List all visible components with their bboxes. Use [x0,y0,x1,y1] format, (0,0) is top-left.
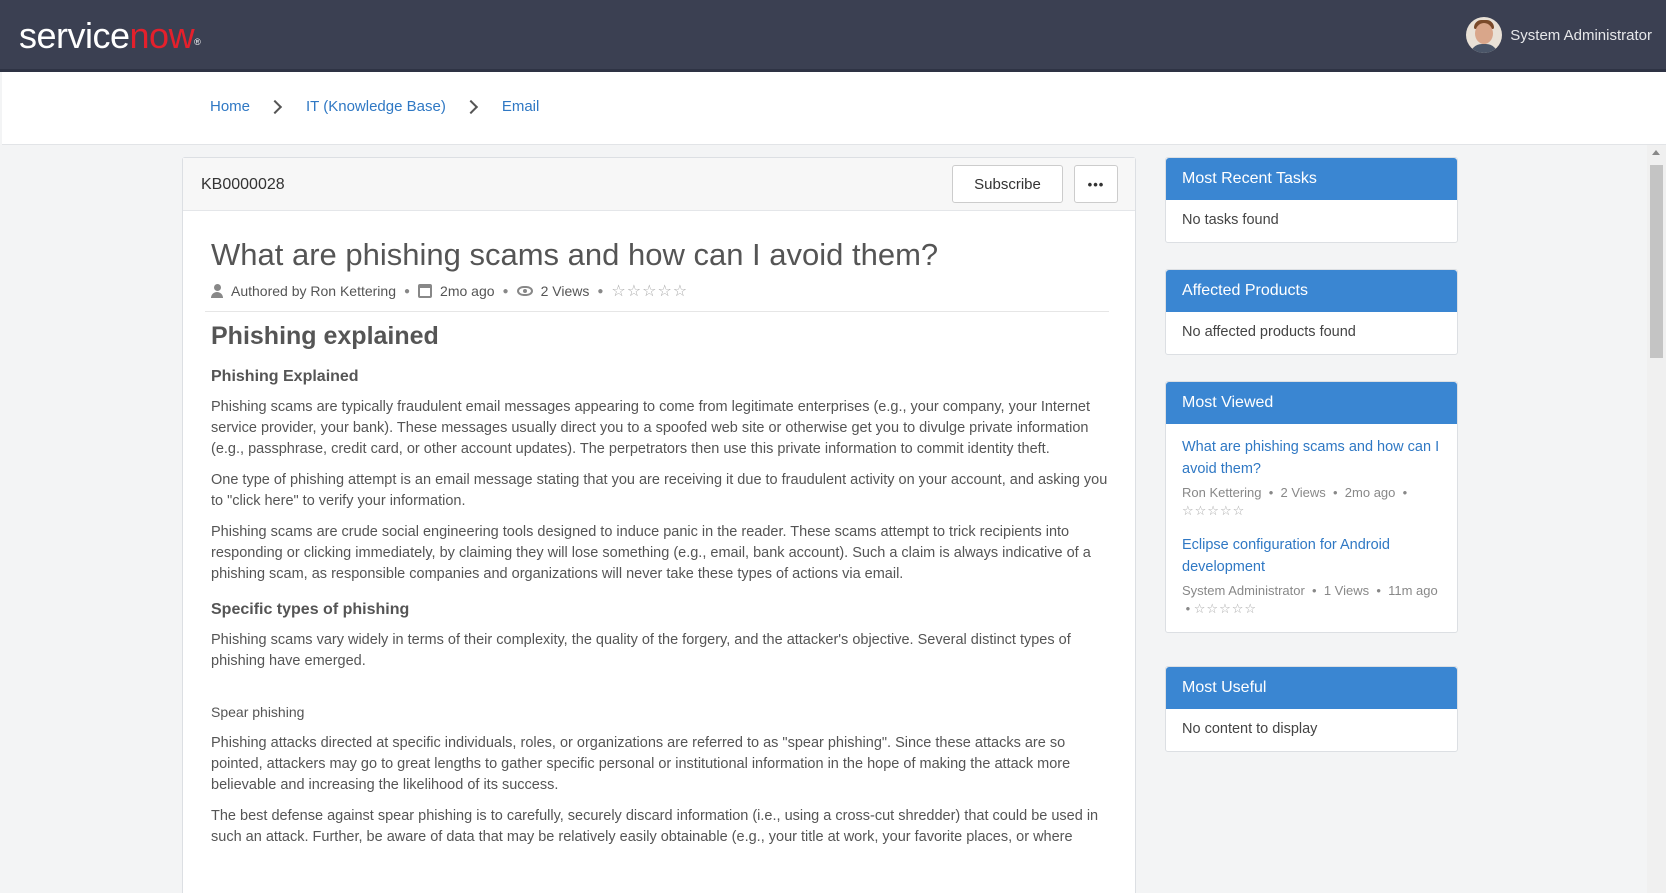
calendar-icon [418,284,433,298]
page-scrollbar[interactable] [1647,145,1666,893]
content-paragraph: Phishing scams vary widely in terms of t… [211,632,1071,669]
most-viewed-meta: System Administrator • 1 Views • 11m ago… [1182,583,1438,616]
item-age: 11m ago [1388,583,1438,598]
avatar[interactable] [1466,17,1503,53]
content-paragraph: The best defense against spear phishing … [211,808,1099,845]
servicenow-logo[interactable]: servicenow® [19,12,201,60]
chevron-right-icon [463,99,478,114]
rating-stars: ☆☆☆☆☆ [1193,601,1258,616]
content-paragraph: Phishing scams are typically fraudulent … [211,399,1091,457]
article-header: KB0000028 Subscribe ••• [183,158,1135,211]
panel-title: Most Useful [1166,667,1457,709]
content-heading: Phishing explained [211,322,439,350]
most-viewed-meta: Ron Kettering • 2 Views • 2mo ago • ☆☆☆☆… [1182,485,1408,518]
scroll-up-icon[interactable] [1652,150,1660,155]
breadcrumb-home[interactable]: Home [210,98,250,115]
user-icon [211,284,223,298]
logo-service-text: service [19,15,130,56]
most-viewed-link[interactable]: What are phishing scams and how can I av… [1182,436,1441,480]
breadcrumb: Home IT (Knowledge Base) Email [210,98,539,115]
most-viewed-panel: Most Viewed What are phishing scams and … [1165,381,1458,633]
article-panel: KB0000028 Subscribe ••• What are phishin… [182,157,1136,893]
most-recent-tasks-panel: Most Recent Tasks No tasks found [1165,157,1458,243]
article-meta: Authored by Ron Kettering ● 2mo ago ● 2 … [205,281,1109,312]
content-paragraph: One type of phishing attempt is an email… [211,472,1108,509]
breadcrumb-knowledge-base[interactable]: IT (Knowledge Base) [306,98,446,115]
item-author: Ron Kettering [1182,485,1262,500]
most-viewed-link[interactable]: Eclipse configuration for Android develo… [1182,534,1441,578]
rating-stars: ☆☆☆☆☆ [1182,503,1246,518]
panel-empty-text: No affected products found [1182,324,1356,340]
eye-icon [516,286,533,296]
content-subheading: Specific types of phishing [211,601,410,618]
affected-products-panel: Affected Products No affected products f… [1165,269,1458,355]
more-actions-button[interactable]: ••• [1074,165,1118,203]
user-name[interactable]: System Administrator [1510,27,1652,44]
content-paragraph: Phishing attacks directed at specific in… [211,735,1071,793]
kb-number: KB0000028 [201,176,285,193]
list-item: Eclipse configuration for Android develo… [1182,534,1441,618]
item-views: 2 Views [1280,485,1326,500]
list-item: What are phishing scams and how can I av… [1182,436,1441,520]
content-paragraph: Phishing scams are crude social engineer… [211,524,1091,582]
article-body: What are phishing scams and how can I av… [183,211,1135,848]
scrollbar-thumb[interactable] [1650,165,1663,358]
user-menu[interactable]: System Administrator [1466,17,1652,53]
subscribe-button[interactable]: Subscribe [952,165,1063,203]
panel-empty-text: No content to display [1182,721,1318,737]
item-author: System Administrator [1182,583,1305,598]
breadcrumb-bar: Home IT (Knowledge Base) Email [2,72,1666,145]
chevron-right-icon [267,99,283,114]
panel-title: Most Viewed [1166,382,1457,424]
most-viewed-list: What are phishing scams and how can I av… [1166,424,1457,632]
item-views: 1 Views [1323,583,1370,598]
most-useful-panel: Most Useful No content to display [1165,666,1458,752]
item-age: 2mo ago [1344,485,1396,500]
article-age: 2mo ago [440,283,495,299]
top-navbar: servicenow® System Administrator [0,0,1666,72]
rating-stars[interactable]: ☆☆☆☆☆ [611,281,688,301]
article-title: What are phishing scams and how can I av… [211,237,939,272]
article-views: 2 Views [540,283,590,299]
content-minor-heading: Spear phishing [211,704,305,720]
content-subheading: Phishing Explained [211,368,359,385]
panel-title: Most Recent Tasks [1166,158,1457,200]
panel-title: Affected Products [1166,270,1457,312]
article-content: Phishing explained Phishing Explained Ph… [211,320,1113,848]
article-author: Authored by Ron Kettering [231,283,396,299]
panel-empty-text: No tasks found [1182,212,1279,228]
breadcrumb-email[interactable]: Email [502,98,540,115]
logo-now-text: now [129,15,195,56]
